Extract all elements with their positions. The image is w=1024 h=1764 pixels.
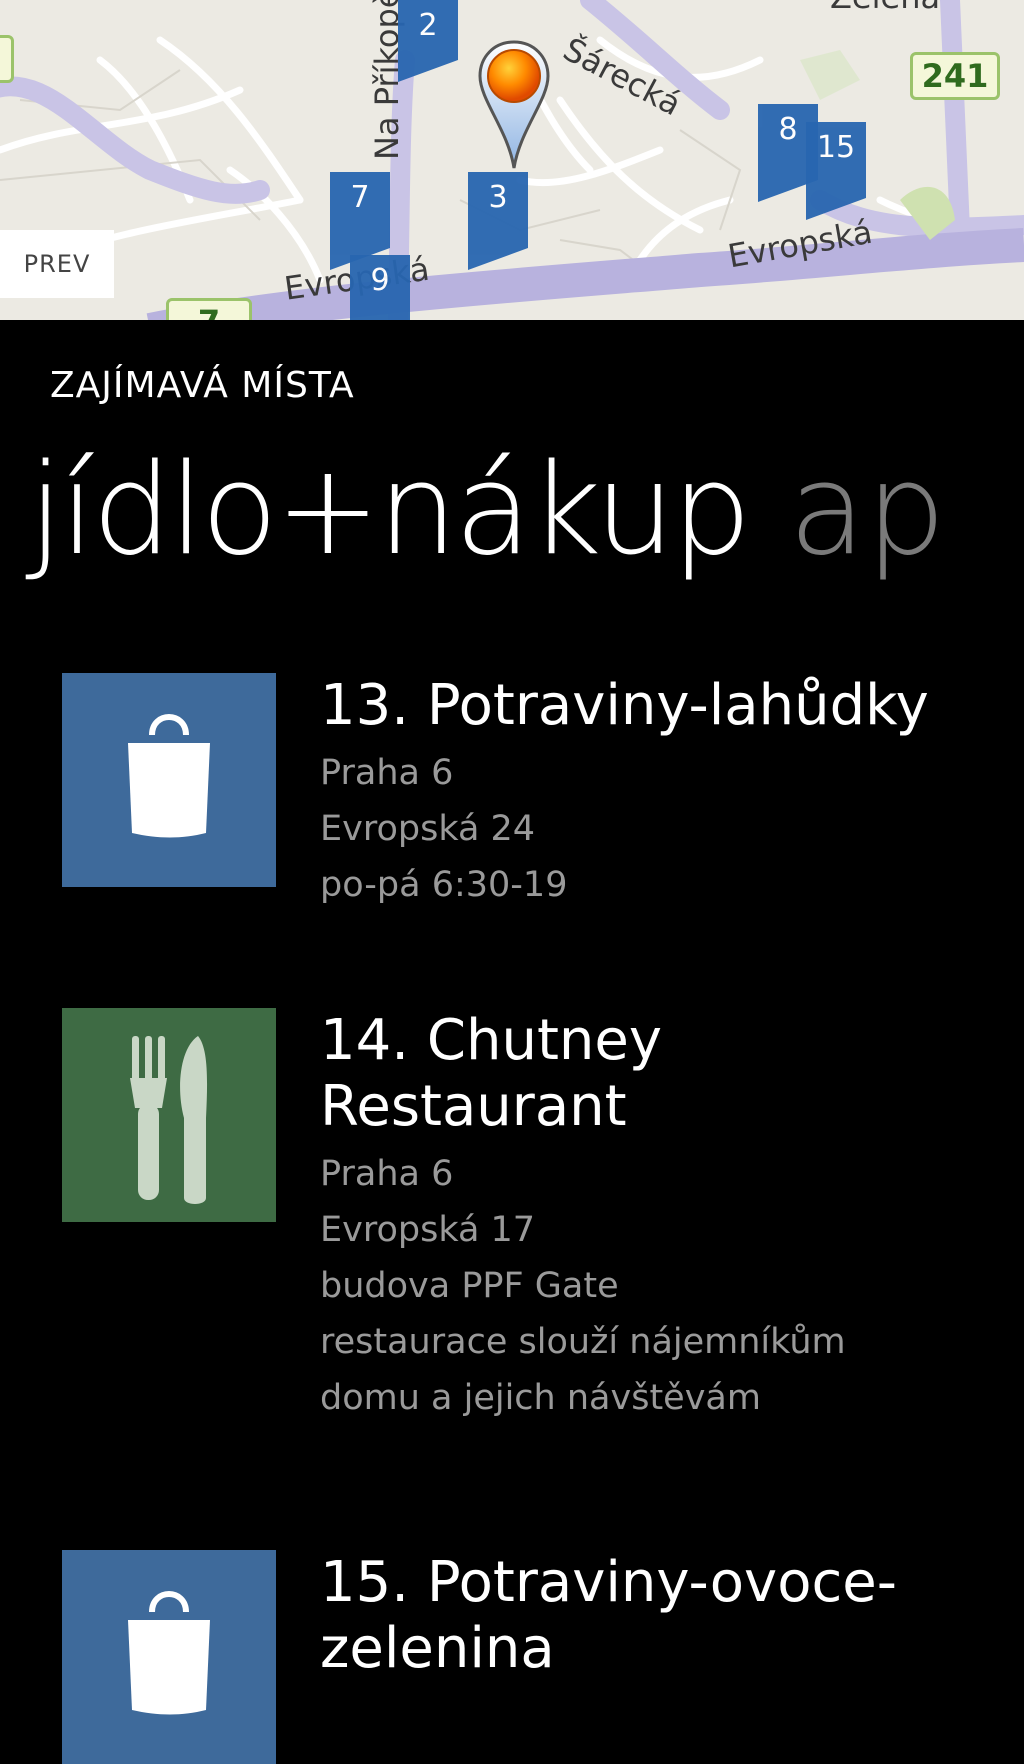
- item-detail: budova PPF Gate: [320, 1266, 619, 1306]
- shopping-bag-icon: [128, 1591, 210, 1715]
- road-shield-7: 7: [166, 298, 252, 320]
- pivot-tab-food-shopping[interactable]: jídlo+nákup: [28, 436, 752, 583]
- item-detail: Evropská 24: [320, 809, 536, 849]
- category-tile: [62, 1550, 276, 1764]
- map-marker-15[interactable]: 15: [806, 122, 866, 220]
- category-tile: [62, 1008, 276, 1222]
- item-detail: Evropská 17: [320, 1210, 536, 1250]
- item-title-line: 14. Chutney: [320, 1008, 662, 1073]
- road-label-zelena: Zelená: [830, 0, 940, 16]
- map-marker-2[interactable]: 2: [398, 0, 458, 82]
- pivot-header: jídlo+nákup ap: [28, 430, 946, 590]
- item-title-line: 15. Potraviny-ovoce-: [320, 1550, 897, 1615]
- road-shield-partial: [0, 35, 14, 83]
- item-info: 13. Potraviny-lahůdky Praha 6 Evropská 2…: [320, 673, 1020, 913]
- map-marker-7[interactable]: 7: [330, 172, 390, 270]
- road-shield-241: 241: [910, 52, 1000, 100]
- map-view[interactable]: Zelená Šárecká Na Příkopě Evropská Evrop…: [0, 0, 1024, 320]
- category-tile: [62, 673, 276, 887]
- item-title: 15. Potraviny-ovoce- zelenina: [320, 1550, 1020, 1682]
- item-title: 14. Chutney Restaurant: [320, 1008, 1020, 1140]
- map-marker-3[interactable]: 3: [468, 172, 528, 270]
- item-info: 15. Potraviny-ovoce- zelenina: [320, 1550, 1020, 1688]
- pivot-tab-next[interactable]: ap: [789, 436, 946, 583]
- item-detail: Praha 6: [320, 753, 454, 793]
- item-title: 13. Potraviny-lahůdky: [320, 673, 929, 738]
- item-info: 14. Chutney Restaurant Praha 6 Evropská …: [320, 1008, 1020, 1426]
- item-title-line: Restaurant: [320, 1074, 627, 1139]
- map-marker-9[interactable]: 9: [350, 255, 410, 320]
- prev-button[interactable]: PREV: [0, 230, 114, 298]
- item-detail: restaurace slouží nájemníkům: [320, 1322, 846, 1362]
- section-title: ZAJÍMAVÁ MÍSTA: [50, 365, 355, 406]
- item-detail: domu a jejich návštěvám: [320, 1378, 761, 1418]
- item-detail: Praha 6: [320, 1154, 454, 1194]
- shopping-bag-icon: [128, 714, 210, 838]
- item-title-line: zelenina: [320, 1616, 555, 1681]
- item-detail: po-pá 6:30-19: [320, 865, 568, 905]
- location-pin-icon[interactable]: [478, 40, 550, 172]
- fork-knife-icon: [130, 1036, 208, 1204]
